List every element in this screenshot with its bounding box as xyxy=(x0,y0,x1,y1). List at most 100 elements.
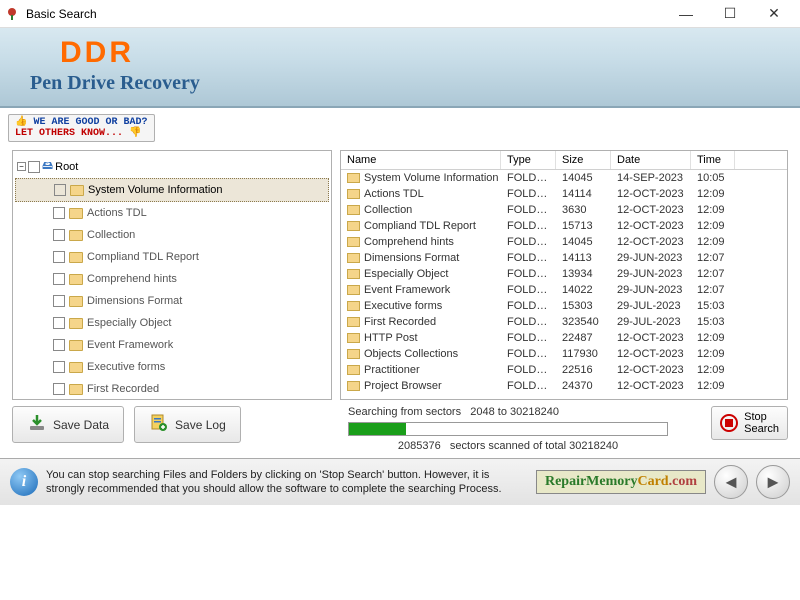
folder-icon xyxy=(69,230,83,241)
cell-time: 12:09 xyxy=(691,363,735,377)
folder-icon xyxy=(347,173,360,183)
folder-icon xyxy=(69,274,83,285)
folder-icon xyxy=(347,253,360,263)
folder-icon xyxy=(347,205,360,215)
table-row[interactable]: Dimensions FormatFOLDER1411329-JUN-20231… xyxy=(341,250,787,266)
header-banner: DDR Pen Drive Recovery xyxy=(0,28,800,108)
folder-icon xyxy=(347,349,360,359)
table-row[interactable]: First RecordedFOLDER32354029-JUL-202315:… xyxy=(341,314,787,330)
col-size[interactable]: Size xyxy=(556,151,611,169)
tree-item[interactable]: Comprehend hints xyxy=(15,268,329,290)
progress-fill xyxy=(349,423,406,435)
title-bar: Basic Search — ☐ ✕ xyxy=(0,0,800,28)
table-row[interactable]: PractitionerFOLDER2251612-OCT-202312:09 xyxy=(341,362,787,378)
tree-item[interactable]: Compliand TDL Report xyxy=(15,246,329,268)
tree-item[interactable]: Event Framework xyxy=(15,334,329,356)
save-data-button[interactable]: Save Data xyxy=(12,406,124,443)
col-date[interactable]: Date xyxy=(611,151,691,169)
thumbs-down-icon: 👎 xyxy=(129,128,141,139)
cell-size: 14045 xyxy=(556,235,611,249)
tree-item[interactable]: Especially Object xyxy=(15,312,329,334)
cell-type: FOLDER xyxy=(501,347,556,361)
tree-item[interactable]: Dimensions Format xyxy=(15,290,329,312)
table-row[interactable]: HTTP PostFOLDER2248712-OCT-202312:09 xyxy=(341,330,787,346)
table-row[interactable]: Executive formsFOLDER1530329-JUL-202315:… xyxy=(341,298,787,314)
feedback-button[interactable]: 👍 WE ARE GOOD OR BAD? LET OTHERS KNOW...… xyxy=(8,114,155,142)
feedback-line1: WE ARE GOOD OR BAD? xyxy=(33,117,147,128)
tree-checkbox[interactable] xyxy=(53,229,65,241)
folder-icon xyxy=(347,221,360,231)
list-body[interactable]: System Volume InformationFOLDER1404514-S… xyxy=(341,170,787,399)
cell-type: FOLDER xyxy=(501,267,556,281)
cell-date: 12-OCT-2023 xyxy=(611,187,691,201)
cell-date: 12-OCT-2023 xyxy=(611,363,691,377)
tree-checkbox[interactable] xyxy=(53,273,65,285)
folder-icon xyxy=(347,301,360,311)
table-row[interactable]: Comprehend hintsFOLDER1404512-OCT-202312… xyxy=(341,234,787,250)
save-buttons: Save Data Save Log xyxy=(12,406,332,443)
tree-checkbox[interactable] xyxy=(53,383,65,395)
tree-item[interactable]: System Volume Information xyxy=(15,178,329,202)
tree-root-node[interactable]: − 🖴 Root xyxy=(15,155,329,178)
table-row[interactable]: Especially ObjectFOLDER1393429-JUN-20231… xyxy=(341,266,787,282)
tree-item-label: System Volume Information xyxy=(88,184,223,196)
save-log-button[interactable]: Save Log xyxy=(134,406,241,443)
stop-label: Stop Search xyxy=(744,411,779,435)
cell-name: Objects Collections xyxy=(364,348,458,360)
cell-size: 13934 xyxy=(556,267,611,281)
window-title: Basic Search xyxy=(26,7,664,21)
folder-icon xyxy=(347,381,360,391)
collapse-icon[interactable]: − xyxy=(17,162,26,171)
tree-item[interactable]: Collection xyxy=(15,224,329,246)
table-row[interactable]: Actions TDLFOLDER1411412-OCT-202312:09 xyxy=(341,186,787,202)
tree-item[interactable]: Actions TDL xyxy=(15,202,329,224)
cell-date: 12-OCT-2023 xyxy=(611,347,691,361)
tree-item[interactable]: Executive forms xyxy=(15,356,329,378)
tree-checkbox[interactable] xyxy=(53,251,65,263)
tree-checkbox[interactable] xyxy=(54,184,66,196)
tree-checkbox[interactable] xyxy=(53,295,65,307)
close-button[interactable]: ✕ xyxy=(752,0,796,28)
cell-size: 3630 xyxy=(556,203,611,217)
folder-icon xyxy=(347,189,360,199)
folder-tree[interactable]: − 🖴 Root System Volume Information Action… xyxy=(12,150,332,400)
table-row[interactable]: Project BrowserFOLDER2437012-OCT-202312:… xyxy=(341,378,787,394)
cell-size: 15713 xyxy=(556,219,611,233)
table-row[interactable]: Compliand TDL ReportFOLDER1571312-OCT-20… xyxy=(341,218,787,234)
tree-item-label: Actions TDL xyxy=(87,207,147,219)
table-row[interactable]: Event FrameworkFOLDER1402229-JUN-202312:… xyxy=(341,282,787,298)
tree-checkbox[interactable] xyxy=(53,317,65,329)
brand-b: Card xyxy=(637,474,668,489)
cell-time: 12:09 xyxy=(691,187,735,201)
minimize-button[interactable]: — xyxy=(664,0,708,28)
scanned-count: 2085376 xyxy=(398,440,441,452)
info-icon: i xyxy=(10,468,38,496)
maximize-button[interactable]: ☐ xyxy=(708,0,752,28)
next-button[interactable]: ► xyxy=(756,465,790,499)
cell-type: FOLDER xyxy=(501,171,556,185)
cell-time: 12:09 xyxy=(691,347,735,361)
col-type[interactable]: Type xyxy=(501,151,556,169)
footer-brand[interactable]: RepairMemoryCard.com xyxy=(536,470,706,494)
cell-time: 10:05 xyxy=(691,171,735,185)
table-row[interactable]: System Volume InformationFOLDER1404514-S… xyxy=(341,170,787,186)
cell-date: 12-OCT-2023 xyxy=(611,235,691,249)
tree-checkbox[interactable] xyxy=(53,207,65,219)
cell-time: 12:07 xyxy=(691,283,735,297)
table-row[interactable]: Objects CollectionsFOLDER11793012-OCT-20… xyxy=(341,346,787,362)
cell-time: 12:07 xyxy=(691,251,735,265)
prev-button[interactable]: ◄ xyxy=(714,465,748,499)
col-name[interactable]: Name xyxy=(341,151,501,169)
footer-bar: i You can stop searching Files and Folde… xyxy=(0,458,800,505)
save-log-label: Save Log xyxy=(175,418,226,432)
tree-checkbox[interactable] xyxy=(53,339,65,351)
tree-item[interactable]: First Recorded xyxy=(15,378,329,400)
tree-checkbox[interactable] xyxy=(53,361,65,373)
table-row[interactable]: CollectionFOLDER363012-OCT-202312:09 xyxy=(341,202,787,218)
col-time[interactable]: Time xyxy=(691,151,735,169)
stop-search-button[interactable]: Stop Search xyxy=(711,406,788,440)
root-checkbox[interactable] xyxy=(28,161,40,173)
progress-range: 2048 to 30218240 xyxy=(470,406,559,418)
footer-message: You can stop searching Files and Folders… xyxy=(46,468,528,497)
folder-icon xyxy=(70,185,84,196)
